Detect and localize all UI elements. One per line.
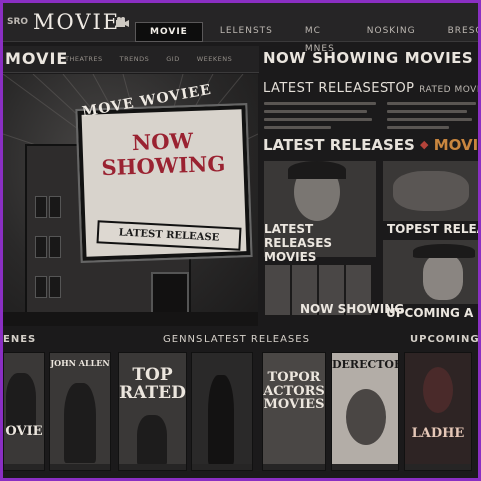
nav-mc-mnes[interactable]: MC MNES: [290, 22, 350, 54]
subnav-item-theatres[interactable]: THEATRES: [65, 55, 103, 63]
building-window: [49, 236, 61, 258]
poster-top-rated-title: TOP RATED: [119, 365, 186, 403]
poster-ladhe[interactable]: LADHE: [404, 352, 472, 471]
top-label: TOP: [387, 81, 415, 96]
poster-derectors-title: DERECTORS: [332, 358, 398, 371]
topest-release-label: TOPEST RELEASE: [387, 222, 481, 236]
banner-movie[interactable]: MOVIE: [434, 136, 478, 154]
nav-lelensts[interactable]: LELENSTS: [205, 22, 288, 40]
poster-ovie-title: OVIE: [5, 424, 43, 439]
upcoming-tile[interactable]: [383, 240, 478, 304]
top-rated-text-lines: [387, 102, 476, 129]
poster-figure[interactable]: [191, 352, 253, 471]
building-window: [49, 196, 61, 218]
theater-entrance: [151, 272, 189, 316]
topest-release-tile[interactable]: [383, 161, 478, 221]
nav-movie[interactable]: MOVIE: [135, 22, 203, 42]
top-rated-col-title[interactable]: TOP RATED MOVIE: [387, 81, 481, 96]
now-showing-headline: NOW SHOWING MOVIES: [263, 49, 478, 67]
latest-releases-banner: LATEST RELEASES ◆ MOVIE: [263, 136, 478, 154]
row-header-latest-releases[interactable]: LATEST RELEASES: [204, 334, 310, 345]
poster-john-allen-title: JOHN ALLEN: [50, 358, 110, 368]
building-window: [35, 196, 47, 218]
hero-theater-illustration[interactable]: MOVE WOVIEE NOW SHOWING LATEST RELEASE: [3, 74, 258, 326]
latest-releases-col-title[interactable]: LATEST RELEASES: [263, 81, 389, 96]
secondary-nav-items: THEATRES TRENDS GID WEEKENS: [65, 55, 232, 63]
upcoming-tile-label: UPCOMING A: [386, 306, 474, 320]
brand-small: SRO: [7, 17, 29, 27]
row-header-genns[interactable]: GENNS: [163, 334, 203, 345]
top-nav: MOVIE LELENSTS MC MNES NOSKING BRESONE: [135, 22, 481, 54]
nav-bresone[interactable]: BRESONE: [433, 22, 481, 40]
building-window: [35, 236, 47, 258]
ground: [3, 312, 258, 326]
poster-ladhe-title: LADHE: [411, 426, 465, 441]
nav-nosking[interactable]: NOSKING: [352, 22, 431, 40]
brand-logo[interactable]: MOVIE: [33, 10, 120, 34]
secondary-logo[interactable]: MOVIE: [5, 49, 68, 68]
subnav-item-trends[interactable]: TRENDS: [120, 55, 150, 63]
poster-topor-actors-title: TOPOR ACTORS MOVIES: [263, 370, 325, 413]
poster-john-allen[interactable]: JOHN ALLEN: [49, 352, 111, 471]
secondary-nav: MOVIE THEATRES TRENDS GID WEEKENS: [3, 46, 259, 73]
poster-derectors[interactable]: DERECTORS: [331, 352, 399, 471]
banner-separator-icon: ◆: [420, 138, 429, 151]
rated-movie-label: RATED MOVIE: [419, 85, 481, 95]
film-camera-icon: [116, 17, 129, 27]
building-window: [49, 276, 61, 298]
thumbnail[interactable]: [264, 264, 291, 316]
building-window: [35, 276, 47, 298]
bottom-row-header: ENES GENNS LATEST RELEASES UPCOMING: [3, 334, 480, 348]
top-header: SRO MOVIE MOVIE LELENSTS MC MNES NOSKING…: [3, 3, 481, 54]
poster-topor-actors[interactable]: TOPOR ACTORS MOVIES: [262, 352, 326, 471]
marquee-now-showing: NOW SHOWING: [101, 127, 226, 181]
poster-ovie[interactable]: OVIE: [3, 352, 45, 471]
latest-releases-text-lines: [264, 102, 376, 129]
subnav-item-weekens[interactable]: WEEKENS: [197, 55, 233, 63]
row-header-enes[interactable]: ENES: [3, 334, 36, 345]
banner-latest-releases[interactable]: LATEST RELEASES: [263, 136, 415, 154]
row-header-upcoming[interactable]: UPCOMING: [410, 334, 480, 345]
subnav-item-gid[interactable]: GID: [166, 55, 179, 63]
latest-releases-tile-label: LATEST RELEASES MOVIES: [264, 222, 333, 264]
headline-movies[interactable]: MOVIES: [405, 49, 474, 67]
headline-now-showing[interactable]: NOW SHOWING: [263, 49, 399, 67]
poster-top-rated[interactable]: TOP RATED: [118, 352, 187, 471]
